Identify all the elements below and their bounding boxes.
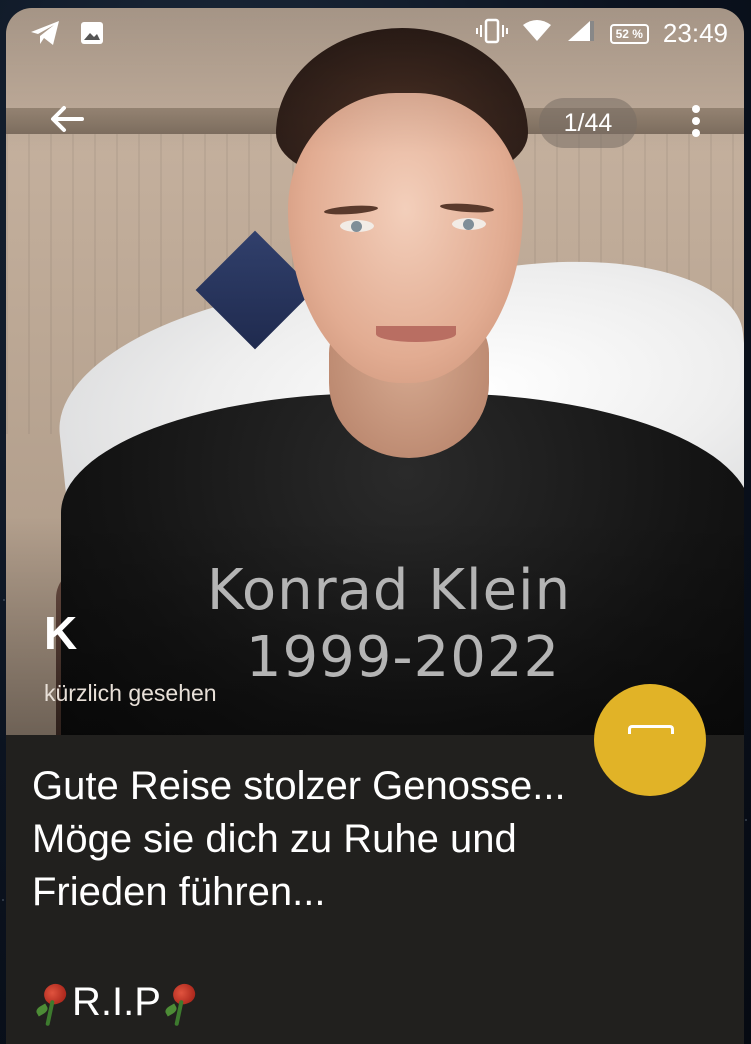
last-seen-status: kürzlich gesehen (44, 680, 217, 706)
message-icon (628, 725, 674, 734)
wilted-rose-icon (161, 976, 201, 1028)
status-clock: 23:49 (662, 18, 728, 48)
more-options-button[interactable] (681, 96, 711, 146)
status-bar: 52 % 23:49 (6, 8, 744, 60)
vibrate-icon (475, 18, 508, 49)
rip-line: R.I.P (32, 976, 201, 1028)
memorial-name: Konrad Klein (206, 558, 572, 623)
profile-viewer: Konrad Klein 1999-2022 K kürzlich gesehe… (6, 8, 744, 1044)
arrow-left-icon (51, 106, 84, 132)
back-button[interactable] (42, 94, 92, 144)
battery-icon: 52 % (609, 23, 649, 44)
rip-text: R.I.P (72, 979, 161, 1024)
photo-counter: 1/44 (539, 98, 637, 148)
image-icon (80, 21, 104, 50)
wilted-rose-icon (32, 976, 72, 1028)
more-vertical-icon (692, 105, 700, 137)
wifi-icon (522, 19, 552, 48)
caption-line: Frieden führen... (32, 870, 326, 914)
caption-line: Gute Reise stolzer Genosse... (32, 764, 566, 808)
signal-icon (566, 19, 596, 48)
caption-line: Möge sie dich zu Ruhe und (32, 817, 517, 861)
photo-caption: Gute Reise stolzer Genosse... Möge sie d… (32, 760, 722, 919)
profile-initial: K (44, 607, 78, 659)
telegram-icon (30, 20, 60, 51)
